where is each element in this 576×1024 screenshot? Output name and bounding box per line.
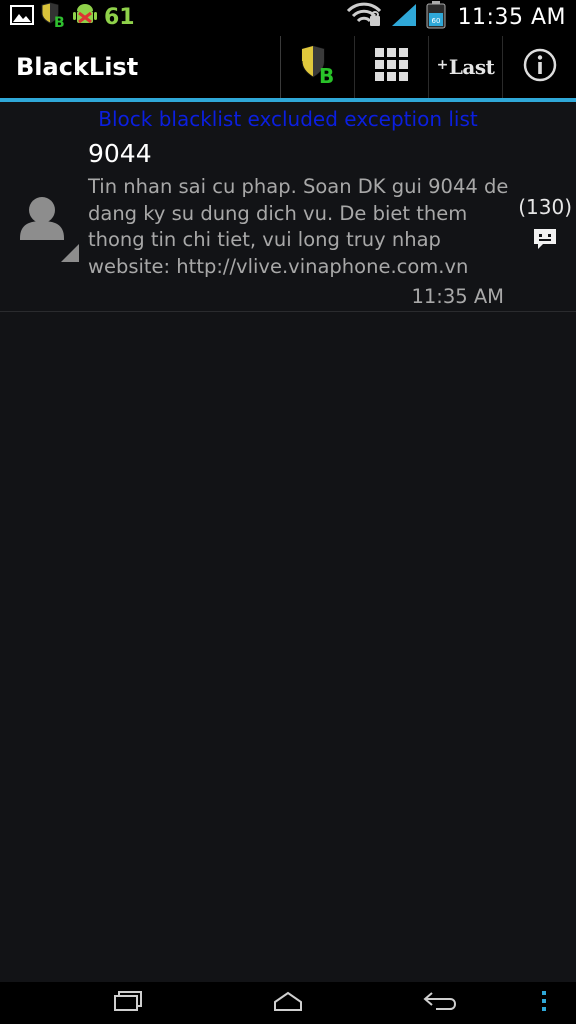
battery-level: 60 — [431, 17, 440, 25]
notification-count: 61 — [104, 4, 135, 30]
wifi-icon — [346, 2, 382, 32]
info-icon — [522, 47, 558, 87]
svg-text:B: B — [54, 15, 65, 28]
message-list-item[interactable]: 9044 Tin nhan sai cu phap. Soan DK gui 9… — [0, 134, 576, 312]
back-icon — [422, 990, 458, 1016]
blacklist-app-icon: B — [40, 2, 66, 32]
recent-apps-button[interactable] — [96, 982, 160, 1024]
message-count: (130) — [518, 195, 572, 219]
status-bar: B 61 60 11:35 AM — [0, 0, 576, 36]
home-icon — [272, 990, 304, 1016]
list-divider — [0, 311, 576, 312]
info-button[interactable] — [502, 36, 576, 98]
android-debug-icon — [72, 2, 98, 32]
message-body: Tin nhan sai cu phap. Soan DK gui 9044 d… — [88, 175, 509, 278]
status-time: 11:35 AM — [457, 4, 566, 30]
add-last-button[interactable]: +Last — [428, 36, 502, 98]
add-last-label: +Last — [437, 55, 495, 79]
status-left: B 61 — [10, 2, 135, 32]
action-bar: BlackList B +Last — [0, 36, 576, 98]
back-button[interactable] — [408, 982, 472, 1024]
message-time: 11:35 AM — [411, 285, 504, 308]
overflow-menu-icon — [540, 989, 548, 1017]
home-button[interactable] — [256, 982, 320, 1024]
screen: B 61 60 11:35 AM BlackList B +Last Block… — [0, 0, 576, 1024]
signal-icon — [390, 2, 418, 32]
gallery-icon — [10, 4, 34, 30]
blacklist-shield-button[interactable]: B — [280, 36, 354, 98]
blacklist-shield-icon: B — [299, 45, 337, 89]
message-bubble-icon — [532, 226, 558, 252]
battery-icon: 60 — [426, 1, 446, 33]
action-bar-divider — [0, 98, 576, 102]
grid-menu-icon — [374, 47, 410, 87]
grid-menu-button[interactable] — [354, 36, 428, 98]
action-bar-actions: B +Last — [280, 36, 576, 98]
avatar-corner-indicator — [61, 244, 79, 262]
navigation-bar — [0, 982, 576, 1024]
app-title: BlackList — [16, 53, 139, 81]
message-sender: 9044 — [88, 139, 152, 168]
overflow-menu-button[interactable] — [530, 982, 558, 1024]
exception-list-notice[interactable]: Block blacklist excluded exception list — [0, 104, 576, 134]
status-right: 60 11:35 AM — [346, 1, 566, 33]
svg-text:B: B — [319, 64, 334, 85]
add-last-prefix: + — [436, 57, 449, 73]
add-last-text: Last — [448, 55, 495, 79]
recent-apps-icon — [113, 990, 143, 1016]
